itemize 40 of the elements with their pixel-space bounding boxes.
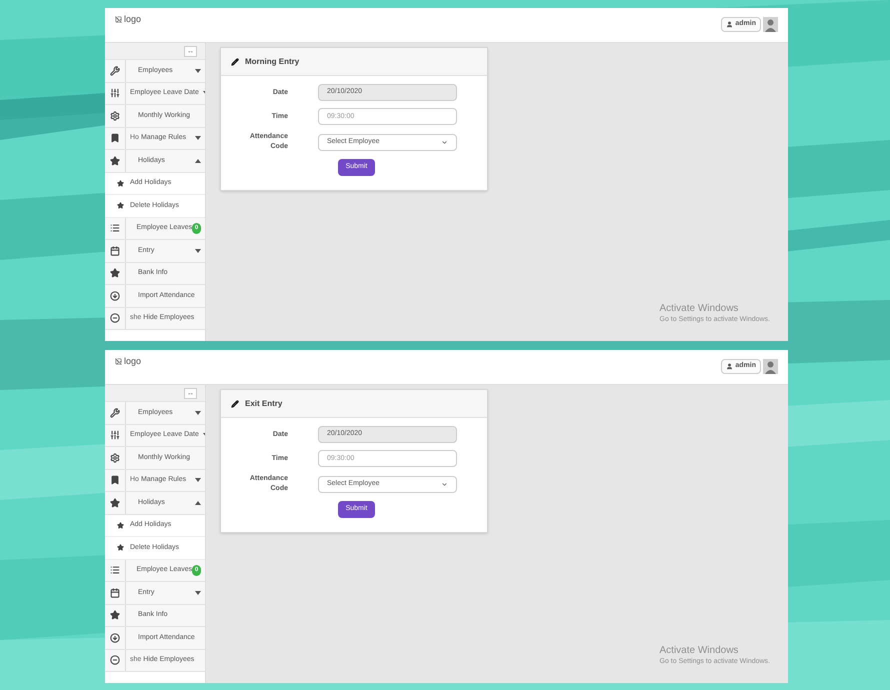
star-icon: [110, 156, 120, 166]
user-icon: [726, 363, 734, 370]
broken-image-icon: [115, 16, 122, 24]
pencil-icon: [231, 58, 239, 66]
bookmark-icon: [110, 475, 120, 486]
star-icon: [117, 544, 124, 552]
sliders-icon: [110, 88, 120, 98]
list-icon: [110, 565, 120, 576]
broken-logo-image: logo: [115, 13, 142, 26]
gear-icon: [110, 110, 120, 121]
minus-circle-icon: [110, 655, 120, 666]
gear-icon: [110, 452, 120, 463]
card-title: Exit Entry: [245, 398, 282, 410]
chevron-down-icon: [441, 480, 448, 488]
user-icon: [726, 21, 734, 28]
download-icon: [110, 632, 120, 643]
star-icon: [110, 268, 120, 278]
tools-icon: [110, 66, 120, 76]
star-icon: [117, 522, 124, 529]
calendar-icon: [110, 588, 120, 598]
list-icon: [110, 223, 120, 234]
activation-title: Activate Windows: [660, 644, 740, 656]
star-icon: [110, 610, 120, 620]
tools-icon: [110, 408, 120, 418]
card-title: Morning Entry: [245, 56, 300, 68]
minus-circle-icon: [110, 313, 120, 324]
broken-image-icon: [115, 358, 122, 366]
broken-logo-image: logo: [115, 355, 142, 368]
star-icon: [110, 498, 120, 508]
calendar-icon: [110, 246, 120, 256]
star-icon: [117, 202, 124, 210]
avatar[interactable]: [763, 17, 778, 32]
download-icon: [110, 290, 120, 301]
activation-title: Activate Windows: [660, 302, 740, 314]
chevron-down-icon: [441, 138, 448, 146]
star-icon: [117, 180, 124, 187]
pencil-icon: [231, 400, 239, 408]
bookmark-icon: [110, 133, 120, 144]
sliders-icon: [110, 430, 120, 440]
avatar[interactable]: [763, 359, 778, 374]
